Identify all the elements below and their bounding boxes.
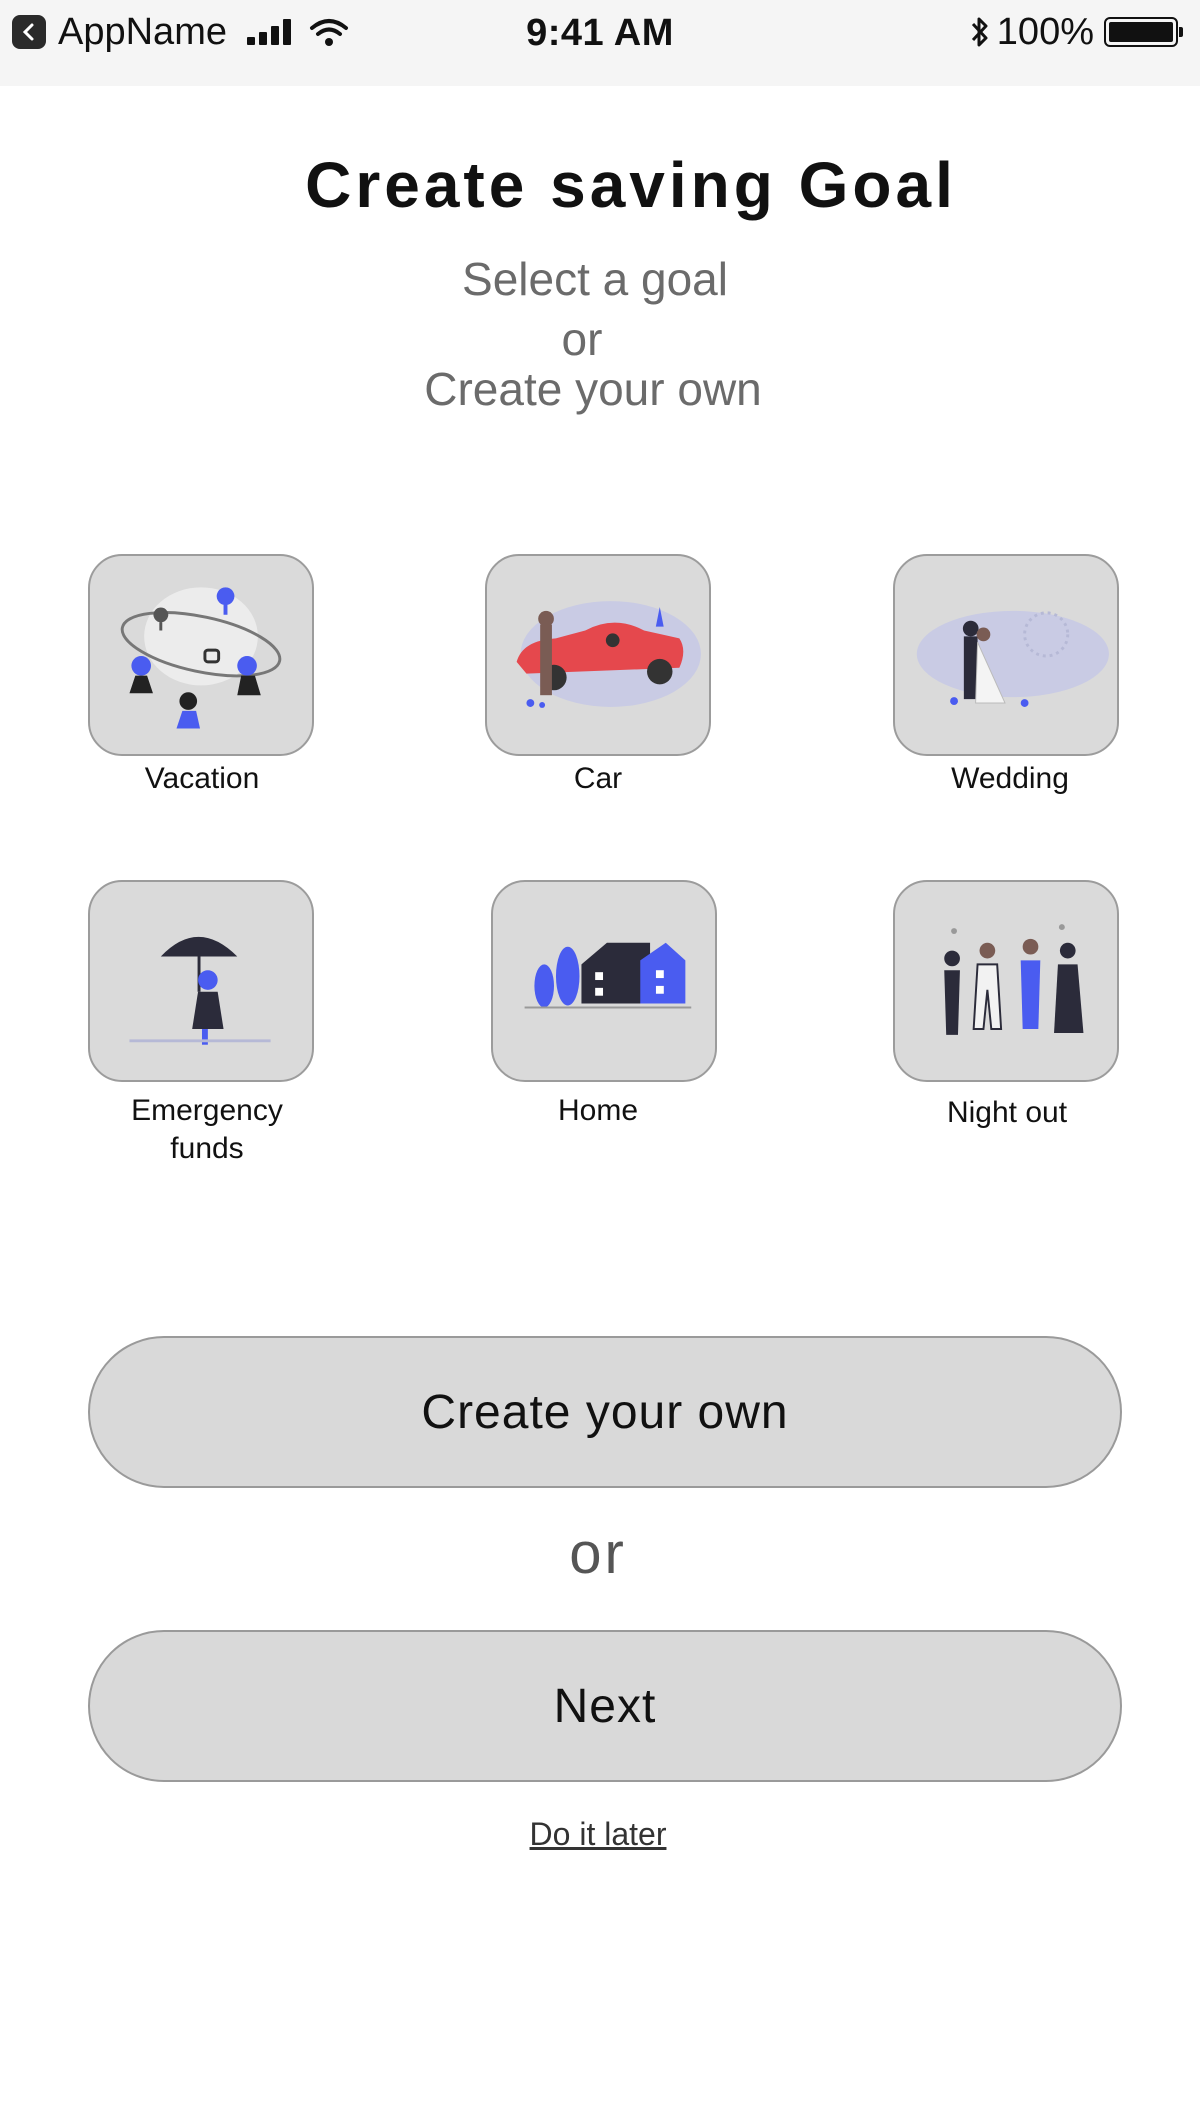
subtitle-line-1: Select a goal	[462, 253, 728, 305]
create-your-own-button[interactable]: Create your own	[88, 1336, 1122, 1488]
goal-label-emergency-line-1: Emergency	[131, 1094, 283, 1127]
goal-tile-wedding[interactable]	[893, 554, 1119, 756]
bluetooth-icon	[971, 17, 988, 47]
status-bar-right: 100%	[969, 10, 1183, 53]
subtitle-line-2: or	[561, 313, 603, 365]
goal-label-emergency-funds: Emergency funds	[77, 1092, 337, 1168]
do-it-later-link[interactable]: Do it later	[0, 1816, 1196, 1853]
goal-label-vacation: Vacation	[144, 762, 260, 795]
goal-tile-emergency-funds[interactable]	[88, 880, 314, 1082]
goal-tile-car[interactable]	[485, 554, 711, 756]
goal-label-car: Car	[573, 762, 623, 795]
status-bar: AppName 9:41 AM 100%	[0, 0, 1200, 86]
house-illustration	[524, 942, 692, 1009]
wedding-illustration	[916, 610, 1109, 707]
next-button[interactable]: Next	[88, 1630, 1122, 1782]
goal-label-home: Home	[557, 1094, 639, 1127]
goal-label-wedding: Wedding	[951, 762, 1069, 795]
battery-icon	[1104, 17, 1183, 47]
goal-label-emergency-line-2: funds	[170, 1132, 244, 1165]
goal-tile-vacation[interactable]	[88, 554, 314, 756]
battery-percent: 100%	[996, 10, 1094, 53]
goal-label-night-out: Night out	[946, 1096, 1068, 1129]
car-illustration	[516, 601, 701, 708]
subtitle-line-3: Create your own	[424, 363, 762, 415]
umbrella-illustration	[129, 936, 271, 1045]
friends-illustration	[944, 924, 1084, 1035]
goal-tile-home[interactable]	[491, 880, 717, 1082]
vacation-illustration	[120, 587, 282, 729]
page-title: Create saving Goal	[305, 149, 957, 221]
or-divider-text: or	[569, 1521, 627, 1586]
goal-tile-night-out[interactable]	[893, 880, 1119, 1082]
